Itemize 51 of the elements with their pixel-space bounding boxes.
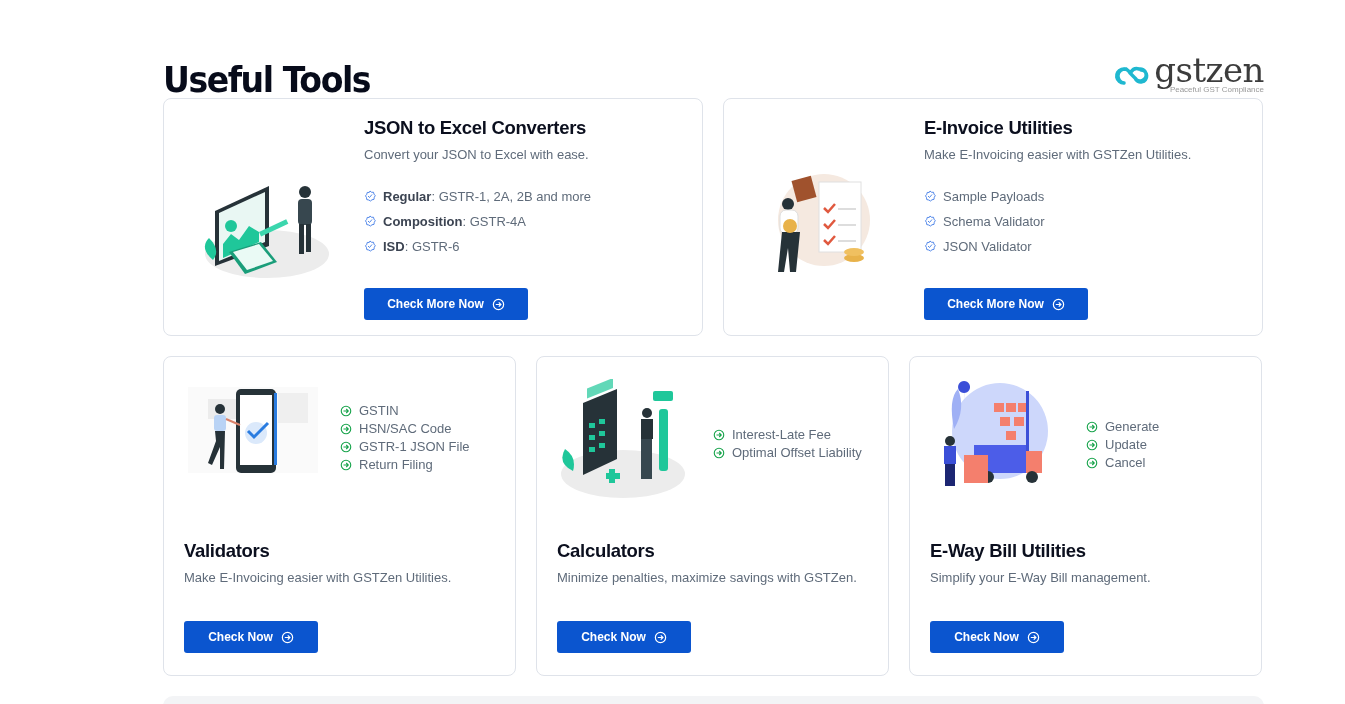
card-title: E-Way Bill Utilities bbox=[930, 540, 1087, 562]
arrow-circle-icon bbox=[340, 440, 352, 453]
feature-item: GSTIN bbox=[359, 403, 399, 418]
check-badge-icon bbox=[924, 240, 936, 252]
feature-item: ISD: GSTR-6 bbox=[383, 238, 460, 254]
card-description: Make E-Invoicing easier with GSTZen Utilities. bbox=[184, 570, 453, 585]
check-badge-icon bbox=[924, 215, 936, 227]
check-now-button[interactable]: Check More Now bbox=[924, 288, 1088, 320]
feature-item: Schema Validator bbox=[943, 213, 1045, 229]
feature-item: Composition: GSTR-4A bbox=[383, 213, 526, 229]
feature-item: GSTR-1 JSON File bbox=[359, 439, 470, 454]
feature-item: HSN/SAC Code bbox=[359, 421, 452, 436]
arrow-circle-icon bbox=[491, 297, 505, 311]
feature-item: Sample Payloads bbox=[943, 188, 1045, 204]
feature-item: Return Filing bbox=[359, 457, 433, 472]
page-title: Useful Tools bbox=[163, 62, 371, 98]
check-now-button[interactable]: Check Now bbox=[557, 621, 691, 653]
check-badge-icon bbox=[364, 240, 376, 252]
feature-item: Optimal Offset Liability bbox=[732, 445, 862, 460]
feature-item: Generate bbox=[1105, 419, 1160, 434]
arrow-circle-icon bbox=[713, 428, 725, 441]
arrow-circle-icon bbox=[340, 422, 352, 435]
card-title: E-Invoice Utilities bbox=[924, 117, 1074, 139]
arrow-circle-icon bbox=[340, 458, 352, 471]
card-description: Simplify your E-Way Bill management. bbox=[930, 570, 1152, 585]
card-description: Make E-Invoicing easier with GSTZen Utilities. bbox=[924, 147, 1192, 162]
check-now-button[interactable]: Check More Now bbox=[364, 288, 528, 320]
arrow-circle-icon bbox=[1086, 438, 1098, 451]
feature-item: JSON Validator bbox=[943, 238, 1032, 254]
feature-item: Update bbox=[1105, 437, 1147, 452]
arrow-circle-icon bbox=[1086, 420, 1098, 433]
card-title: Validators bbox=[184, 540, 271, 562]
check-now-button[interactable]: Check Now bbox=[930, 621, 1064, 653]
feature-item: Interest-Late Fee bbox=[732, 427, 831, 442]
card-description: Convert your JSON to Excel with ease. bbox=[364, 147, 590, 162]
arrow-circle-icon bbox=[1026, 630, 1040, 644]
arrow-circle-icon bbox=[280, 630, 294, 644]
card-title: JSON to Excel Converters bbox=[364, 117, 588, 139]
feature-item: Cancel bbox=[1105, 455, 1146, 470]
check-badge-icon bbox=[924, 190, 936, 202]
check-badge-icon bbox=[364, 215, 376, 227]
arrow-circle-icon bbox=[340, 404, 352, 417]
arrow-circle-icon bbox=[1051, 297, 1065, 311]
check-now-button[interactable]: Check Now bbox=[184, 621, 318, 653]
arrow-circle-icon bbox=[713, 446, 725, 459]
arrow-circle-icon bbox=[1086, 456, 1098, 469]
card-title: Calculators bbox=[557, 540, 656, 562]
check-badge-icon bbox=[364, 190, 376, 202]
arrow-circle-icon bbox=[653, 630, 667, 644]
feature-item: Regular: GSTR-1, 2A, 2B and more bbox=[383, 188, 592, 204]
card-description: Minimize penalties, maximize savings with GSTZen. bbox=[557, 570, 858, 585]
